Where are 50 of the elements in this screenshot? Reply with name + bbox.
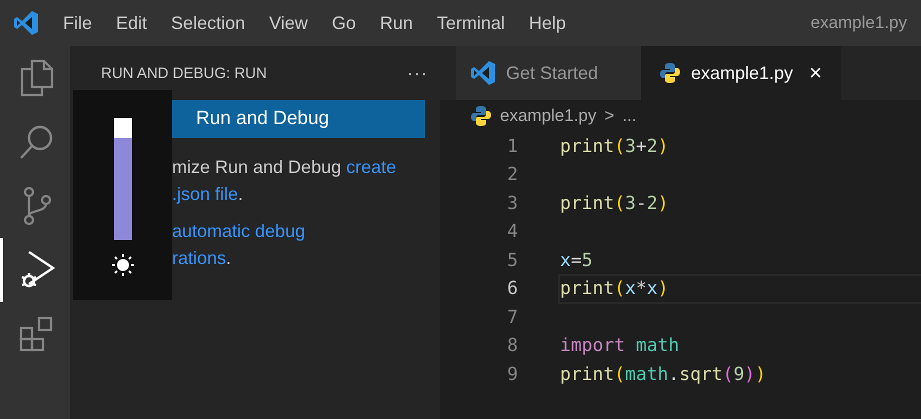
menu-item[interactable]: Go — [320, 12, 368, 34]
search-icon[interactable] — [18, 124, 54, 160]
breadcrumb-separator: > — [604, 106, 614, 126]
menu-item[interactable]: Help — [516, 12, 578, 34]
window-title: example1.py — [810, 13, 907, 33]
python-icon — [470, 105, 492, 127]
code-line: x=5 — [560, 250, 593, 271]
breadcrumb-file[interactable]: example1.py — [500, 106, 596, 126]
editor-tab[interactable]: example1.py × — [641, 46, 841, 100]
code-line: print(x*x) — [560, 278, 668, 300]
menu-item[interactable]: Edit — [104, 12, 160, 34]
close-icon[interactable]: × — [809, 60, 822, 86]
branch-icon[interactable] — [22, 186, 52, 226]
python-icon — [659, 62, 681, 84]
line-number: 5 — [506, 250, 518, 271]
help-text: . — [226, 248, 232, 268]
menu-item[interactable]: View — [257, 12, 320, 34]
line-number: 1 — [506, 136, 518, 157]
line-number: 4 — [506, 221, 518, 242]
menu-item[interactable]: Terminal — [424, 12, 517, 34]
code-line: print(3-2) — [560, 192, 668, 214]
sidebar-title: RUN AND DEBUG: RUN — [101, 64, 267, 82]
link[interactable]: .json file — [172, 184, 238, 204]
line-number: 8 — [506, 335, 518, 356]
brightness-slider[interactable] — [114, 118, 132, 240]
menu-item[interactable]: Run — [368, 12, 425, 34]
vscode-logo — [13, 10, 39, 36]
help-text: . — [238, 184, 244, 204]
menu-item[interactable]: Selection — [159, 12, 258, 34]
line-number: 9 — [506, 364, 518, 385]
more-actions[interactable]: ··· — [407, 62, 428, 84]
link[interactable]: create — [346, 157, 396, 177]
help-text: mize Run and Debug — [172, 157, 342, 177]
breadcrumb-more[interactable]: ... — [622, 106, 636, 126]
line-number: 3 — [506, 192, 518, 214]
editor-tab[interactable]: Get Started — [456, 46, 641, 100]
line-number: 6 — [506, 278, 518, 300]
run-and-debug-button[interactable]: Run and Debug — [172, 100, 425, 138]
vscode-icon — [470, 60, 496, 86]
line-number: 7 — [506, 306, 518, 328]
link[interactable]: rations — [172, 248, 226, 268]
files-icon[interactable] — [20, 59, 54, 97]
code-line: print(3+2) — [560, 136, 668, 157]
line-number: 2 — [506, 164, 518, 186]
code-line: print(math.sqrt(9)) — [560, 364, 766, 385]
code-line: import math — [560, 335, 680, 356]
menu-item[interactable]: File — [51, 12, 104, 34]
extensions-icon[interactable] — [18, 316, 54, 352]
brightness-icon — [110, 253, 134, 277]
link[interactable]: automatic debug — [172, 221, 306, 241]
